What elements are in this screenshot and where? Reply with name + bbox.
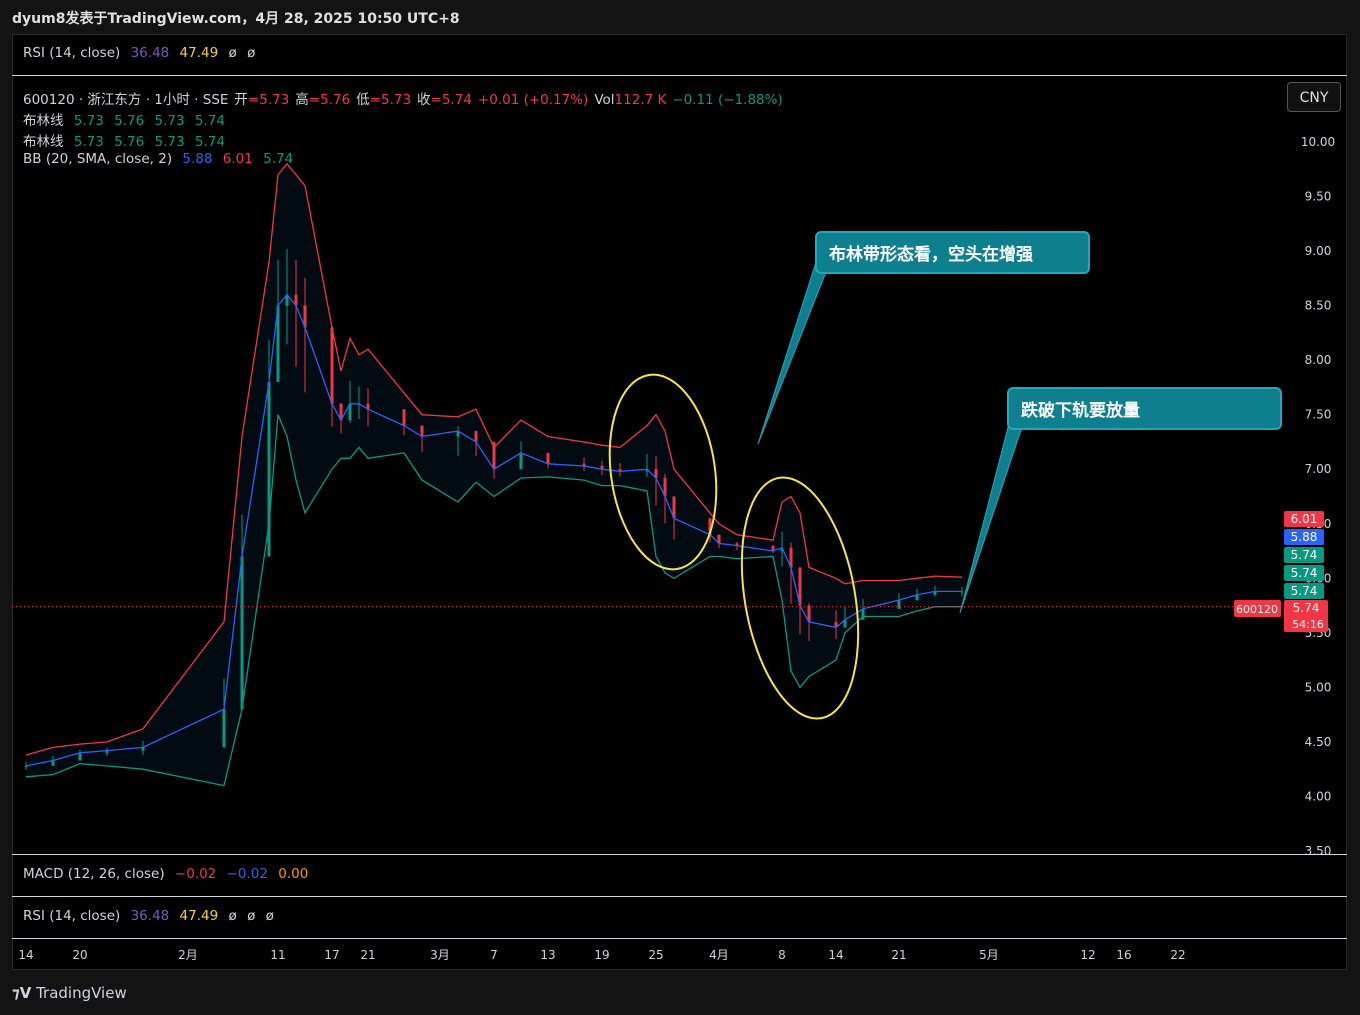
callout2-pointer bbox=[959, 411, 1026, 614]
candle-body bbox=[330, 327, 334, 404]
macd-signal-value: −0.02 bbox=[226, 866, 268, 882]
x-tick-label: 25 bbox=[648, 948, 663, 962]
pane-divider-macd[interactable] bbox=[12, 854, 1347, 855]
y-tick-label: 10.00 bbox=[1301, 135, 1335, 149]
x-tick-label: 3月 bbox=[430, 948, 450, 962]
bottom-rsi-empty-2: ø bbox=[247, 908, 256, 924]
x-tick-label: 5月 bbox=[979, 948, 999, 962]
tradingview-logo-text: TradingView bbox=[36, 984, 127, 1002]
y-tick-label: 7.00 bbox=[1305, 462, 1332, 476]
x-tick-label: 16 bbox=[1116, 948, 1131, 962]
callout-break-lower-band[interactable]: 跌破下轨要放量 bbox=[1007, 387, 1282, 430]
macd-legend[interactable]: MACD (12, 26, close) −0.02 −0.02 0.00 bbox=[23, 866, 314, 882]
bottom-rsi-empty-1: ø bbox=[228, 908, 237, 924]
price-tag-last: 5.74 bbox=[1293, 601, 1320, 615]
bottom-rsi-legend[interactable]: RSI (14, close) 36.48 47.49 ø ø ø bbox=[23, 908, 280, 924]
candle-body bbox=[222, 709, 226, 748]
callout-bollinger-bearish[interactable]: 布林带形态看，空头在增强 bbox=[815, 231, 1090, 274]
price-tag-lower-2: 5.74 bbox=[1291, 566, 1318, 580]
candle-body bbox=[402, 409, 406, 426]
x-tick-label: 14 bbox=[828, 948, 843, 962]
y-tick-label: 3.50 bbox=[1305, 844, 1332, 858]
y-tick-label: 8.00 bbox=[1305, 353, 1332, 367]
y-tick-label: 7.50 bbox=[1305, 408, 1332, 422]
x-tick-label: 21 bbox=[891, 948, 906, 962]
bottom-rsi-ma-value: 47.49 bbox=[179, 908, 219, 924]
macd-hist-value: 0.00 bbox=[278, 866, 309, 882]
x-tick-label: 2月 bbox=[178, 948, 198, 962]
x-tick-label: 20 bbox=[72, 948, 87, 962]
pane-divider-rsi[interactable] bbox=[12, 896, 1347, 897]
x-tick-label: 21 bbox=[360, 948, 375, 962]
tradingview-logo[interactable]: ⁊V TradingView bbox=[12, 984, 127, 1002]
x-tick-label: 22 bbox=[1170, 948, 1185, 962]
callout1-pointer bbox=[757, 255, 831, 445]
x-tick-label: 14 bbox=[18, 948, 33, 962]
candle-body bbox=[897, 600, 901, 609]
price-tag-upper: 6.01 bbox=[1291, 512, 1318, 526]
candle-body bbox=[546, 452, 550, 464]
tradingview-logo-icon: ⁊V bbox=[12, 984, 32, 1002]
x-tick-label: 8 bbox=[778, 948, 786, 962]
y-tick-label: 4.50 bbox=[1305, 735, 1332, 749]
y-tick-label: 8.50 bbox=[1305, 299, 1332, 313]
bottom-rsi-name: RSI (14, close) bbox=[23, 908, 121, 924]
price-chart-svg[interactable]: 10.009.509.008.508.007.507.006.506.005.5… bbox=[0, 0, 1360, 1015]
y-tick-label: 5.00 bbox=[1305, 680, 1332, 694]
price-tag-lower-3: 5.74 bbox=[1291, 584, 1318, 598]
candle-body bbox=[240, 556, 244, 710]
bollinger-basis-line bbox=[25, 293, 962, 767]
y-tick-label: 9.50 bbox=[1305, 190, 1332, 204]
price-tag-lower-1: 5.74 bbox=[1291, 548, 1318, 562]
candle-body bbox=[474, 431, 478, 442]
bottom-rsi-value: 36.48 bbox=[130, 908, 170, 924]
pane-divider-timeaxis bbox=[12, 938, 1347, 939]
x-tick-label: 17 bbox=[324, 948, 339, 962]
x-tick-label: 13 bbox=[540, 948, 555, 962]
candle-body bbox=[519, 452, 523, 470]
y-tick-label: 9.00 bbox=[1305, 244, 1332, 258]
symbol-tag: 600120 bbox=[1236, 603, 1278, 616]
macd-value: −0.02 bbox=[174, 866, 217, 882]
candle-body bbox=[78, 752, 82, 761]
x-tick-label: 11 bbox=[270, 948, 285, 962]
macd-name: MACD (12, 26, close) bbox=[23, 866, 165, 882]
candle-body bbox=[420, 425, 424, 437]
x-tick-label: 19 bbox=[594, 948, 609, 962]
price-tag-basis: 5.88 bbox=[1291, 530, 1318, 544]
x-tick-label: 4月 bbox=[709, 948, 729, 962]
bottom-rsi-empty-3: ø bbox=[265, 908, 274, 924]
x-tick-label: 12 bbox=[1080, 948, 1095, 962]
x-tick-label: 7 bbox=[490, 948, 498, 962]
y-tick-label: 4.00 bbox=[1305, 789, 1332, 803]
price-tag-countdown: 54:16 bbox=[1292, 618, 1324, 631]
